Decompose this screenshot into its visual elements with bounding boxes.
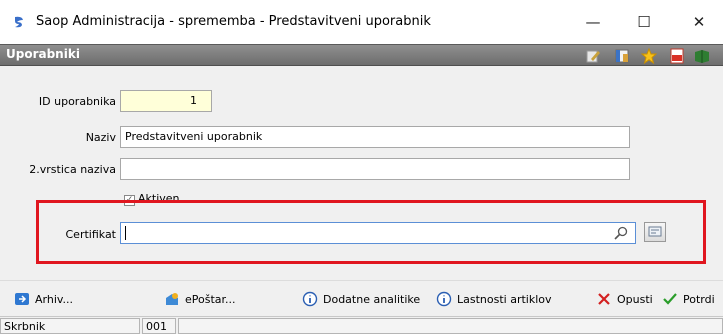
id-field[interactable]: 1: [120, 90, 212, 112]
user-form: ID uporabnika 1 Naziv Predstavitveni upo…: [0, 66, 723, 280]
eposta-button[interactable]: ePoštar...: [164, 291, 236, 307]
status-bar: Skrbnik 001: [0, 316, 723, 334]
dodatne-analitike-button[interactable]: Dodatne analitike: [302, 291, 420, 307]
naziv-label: Naziv: [85, 131, 116, 144]
naziv2-field[interactable]: [120, 158, 630, 180]
columns-icon[interactable]: [614, 48, 630, 64]
naziv-field[interactable]: Predstavitveni uporabnik: [120, 126, 630, 148]
certifikat-label: Certifikat: [65, 228, 117, 241]
edit-icon[interactable]: [585, 48, 601, 64]
section-title: Uporabniki: [6, 47, 80, 61]
info-icon: [436, 291, 452, 307]
archive-icon: [15, 293, 29, 305]
opusti-button[interactable]: Opusti: [596, 291, 653, 307]
potrdi-button[interactable]: Potrdi: [662, 291, 715, 307]
pdf-icon[interactable]: [669, 48, 685, 64]
id-label: ID uporabnika: [38, 95, 116, 108]
title-bar: Saop Administracija - sprememba - Predst…: [0, 0, 723, 44]
search-icon[interactable]: [613, 225, 629, 241]
cancel-x-icon: [598, 293, 610, 305]
lastnosti-artiklov-button[interactable]: Lastnosti artiklov: [436, 291, 552, 307]
close-button[interactable]: ✕: [676, 8, 722, 36]
naziv2-label: 2.vrstica naziva: [29, 163, 116, 176]
info-icon: [302, 291, 318, 307]
status-extra: [178, 318, 723, 334]
text-cursor: [125, 226, 126, 240]
arhiv-button[interactable]: Arhiv...: [14, 291, 73, 307]
book-icon[interactable]: [694, 48, 710, 64]
checkmark-icon: [663, 293, 677, 305]
section-header: Uporabniki: [0, 44, 723, 66]
app-logo-icon: [15, 16, 23, 28]
status-user: Skrbnik: [0, 318, 140, 334]
star-icon[interactable]: [641, 48, 657, 64]
eposta-icon: [166, 293, 178, 305]
window-title: Saop Administracija - sprememba - Predst…: [36, 14, 431, 29]
certificate-picker-button[interactable]: [644, 222, 666, 242]
certifikat-field[interactable]: [120, 222, 636, 244]
certificate-icon: [648, 226, 662, 237]
status-code: 001: [142, 318, 176, 334]
minimize-button[interactable]: —: [570, 8, 616, 36]
maximize-button[interactable]: ☐: [621, 8, 667, 36]
action-toolbar: Arhiv... ePoštar... Dodatne analitike La…: [0, 280, 723, 316]
